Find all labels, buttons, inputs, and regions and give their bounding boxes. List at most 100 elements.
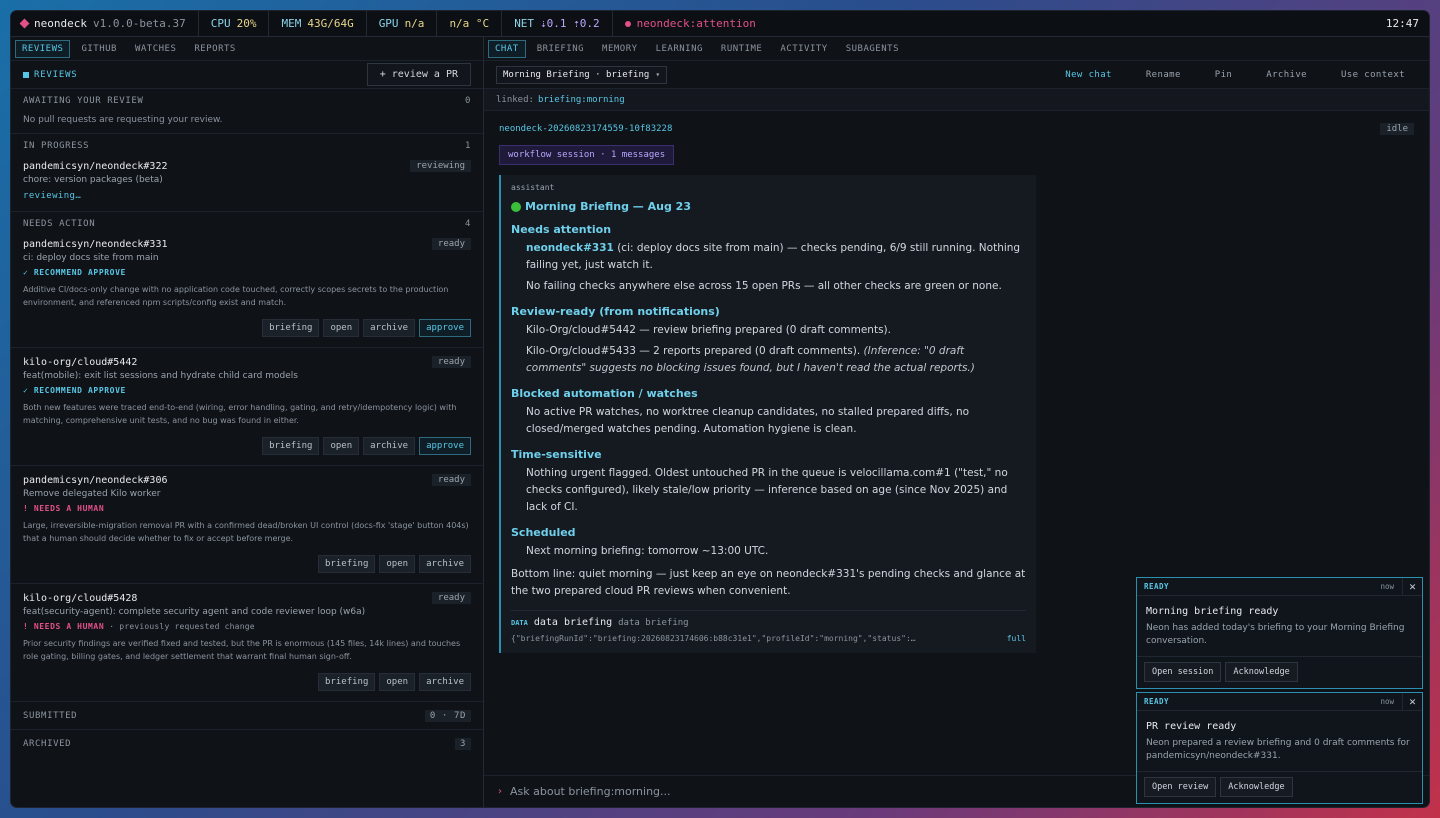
- close-icon[interactable]: ✕: [1402, 692, 1422, 711]
- section-label: IN PROGRESS: [23, 141, 90, 151]
- section-label: ARCHIVED: [23, 739, 72, 749]
- data-name: data briefing: [533, 617, 613, 628]
- status-badge: ready: [431, 356, 471, 368]
- archive-button[interactable]: archive: [363, 437, 416, 455]
- tab-watches[interactable]: WATCHES: [128, 40, 183, 58]
- archive-button[interactable]: archive: [419, 555, 471, 573]
- tab-briefing[interactable]: BRIEFING: [530, 40, 591, 58]
- section-count: 3: [454, 738, 471, 750]
- tab-learning[interactable]: LEARNING: [649, 40, 710, 58]
- open-button[interactable]: open: [379, 673, 416, 691]
- tab-subagents[interactable]: SUBAGENTS: [839, 40, 906, 58]
- pr-name: pandemicsyn/neondeck#322: [23, 160, 168, 172]
- review-a-pr-button[interactable]: + review a PR: [366, 63, 471, 86]
- mem-label: MEM: [281, 17, 302, 30]
- pr-description: feat(mobile): exit list sessions and hyd…: [23, 371, 298, 381]
- needs-action-header[interactable]: NEEDS ACTION 4: [11, 212, 483, 236]
- prompt-chevron-icon: ›: [498, 786, 502, 797]
- temp-value: n/a °C: [449, 17, 490, 30]
- briefing-button[interactable]: briefing: [262, 319, 320, 337]
- reviews-title-text: REVIEWS: [34, 69, 78, 80]
- conversation-select[interactable]: Morning Briefing · briefing ▾: [496, 65, 668, 84]
- briefing-button[interactable]: briefing: [318, 555, 376, 573]
- pr-card[interactable]: pandemicsyn/neondeck#322 reviewing chore…: [11, 158, 483, 212]
- toast-state: READY: [1144, 582, 1170, 591]
- new-chat-button[interactable]: New chat: [1065, 70, 1112, 80]
- pr-progress-status: reviewing…: [23, 191, 82, 201]
- pr-card[interactable]: pandemicsyn/neondeck#306 ready Remove de…: [11, 466, 483, 584]
- tab-activity[interactable]: ACTIVITY: [773, 40, 834, 58]
- open-button[interactable]: open: [323, 319, 360, 337]
- bottom-line: Bottom line: quiet morning — just keep a…: [511, 568, 1026, 597]
- pr-description: feat(security-agent): complete security …: [23, 607, 366, 617]
- cpu-label: CPU: [210, 17, 231, 30]
- briefing-button[interactable]: briefing: [262, 437, 320, 455]
- app-name: neondeck: [34, 17, 87, 30]
- briefing-button[interactable]: briefing: [318, 673, 376, 691]
- tab-memory[interactable]: MEMORY: [595, 40, 645, 58]
- pin-button[interactable]: Pin: [1215, 70, 1232, 80]
- session-state-badge: idle: [1380, 123, 1414, 135]
- status-bar: neondeck v1.0.0-beta.37 CPU 20% MEM 43G/…: [11, 11, 1429, 37]
- pr-card[interactable]: kilo-org/cloud#5442 ready feat(mobile): …: [11, 348, 483, 466]
- pr-card[interactable]: pandemicsyn/neondeck#331 ready ci: deplo…: [11, 236, 483, 348]
- pr-link[interactable]: neondeck#331: [526, 242, 614, 254]
- linked-label: linked:: [496, 94, 534, 105]
- section-label: NEEDS ACTION: [23, 219, 96, 229]
- acknowledge-button[interactable]: Acknowledge: [1220, 777, 1293, 797]
- toast-state: READY: [1144, 697, 1170, 706]
- pr-name: kilo-org/cloud#5428: [23, 592, 138, 604]
- recommendation-label: ! NEEDS A HUMAN: [23, 622, 105, 631]
- right-panel: CHAT BRIEFING MEMORY LEARNING RUNTIME AC…: [484, 37, 1429, 807]
- section-heading: Needs attention: [511, 223, 612, 236]
- conversation-select-value: Morning Briefing · briefing: [503, 69, 650, 80]
- composer-placeholder[interactable]: Ask about briefing:morning...: [510, 785, 671, 798]
- status-badge: ready: [431, 238, 471, 250]
- approve-button[interactable]: approve: [419, 437, 471, 455]
- attention-label: neondeck:attention: [636, 17, 756, 30]
- gpu-label: GPU: [378, 17, 399, 30]
- tab-reviews[interactable]: REVIEWS: [15, 39, 71, 58]
- awaiting-section: AWAITING YOUR REVIEW 0 No pull requests …: [11, 89, 483, 134]
- tab-reports[interactable]: REPORTS: [187, 40, 242, 58]
- data-tag: DATA: [511, 618, 528, 627]
- message-paragraph: neondeck#331 (ci: deploy docs site from …: [511, 240, 1026, 274]
- open-button[interactable]: open: [323, 437, 360, 455]
- awaiting-header[interactable]: AWAITING YOUR REVIEW 0: [11, 89, 483, 113]
- in-progress-header[interactable]: IN PROGRESS 1: [11, 134, 483, 158]
- data-attachment[interactable]: DATA data briefing data briefing: [511, 610, 1026, 628]
- rename-button[interactable]: Rename: [1146, 70, 1181, 80]
- message-paragraph: No failing checks anywhere else across 1…: [526, 280, 1002, 292]
- toast-time: now: [1380, 697, 1394, 706]
- full-data-link[interactable]: full: [1007, 634, 1026, 643]
- archived-header[interactable]: ARCHIVED 3: [11, 730, 483, 758]
- archive-button[interactable]: archive: [363, 319, 416, 337]
- acknowledge-button[interactable]: Acknowledge: [1225, 662, 1298, 682]
- approve-button[interactable]: approve: [419, 319, 471, 337]
- toast-time: now: [1380, 582, 1394, 591]
- pr-description: Remove delegated Kilo worker: [23, 489, 161, 499]
- close-icon[interactable]: ✕: [1402, 577, 1422, 596]
- open-review-button[interactable]: Open review: [1144, 777, 1217, 797]
- message-role: assistant: [511, 183, 555, 192]
- attention-indicator[interactable]: neondeck:attention: [613, 11, 768, 36]
- pr-description: ci: deploy docs site from main: [23, 253, 159, 263]
- section-count: 0 · 7D: [424, 709, 471, 722]
- tab-github[interactable]: GITHUB: [74, 40, 124, 58]
- recommendation: ! NEEDS A HUMAN · previously requested c…: [23, 622, 471, 631]
- recommendation: ! NEEDS A HUMAN: [23, 504, 105, 513]
- net-stat: NET ⇣0.1 ⇡0.2: [502, 11, 613, 36]
- message-title: Morning Briefing — Aug 23: [511, 200, 1026, 213]
- open-session-button[interactable]: Open session: [1144, 662, 1222, 682]
- tab-runtime[interactable]: RUNTIME: [714, 40, 769, 58]
- linked-value[interactable]: briefing:morning: [538, 95, 625, 105]
- tab-chat[interactable]: CHAT: [488, 39, 526, 58]
- archive-chat-button[interactable]: Archive: [1266, 70, 1307, 80]
- open-button[interactable]: open: [379, 555, 416, 573]
- cpu-value: 20%: [236, 17, 257, 30]
- use-context-button[interactable]: Use context: [1341, 70, 1405, 80]
- pr-card[interactable]: kilo-org/cloud#5428 ready feat(security-…: [11, 584, 483, 702]
- assistant-message: assistant Morning Briefing — Aug 23 Need…: [499, 175, 1036, 653]
- archive-button[interactable]: archive: [419, 673, 471, 691]
- submitted-header[interactable]: SUBMITTED 0 · 7D: [11, 702, 483, 730]
